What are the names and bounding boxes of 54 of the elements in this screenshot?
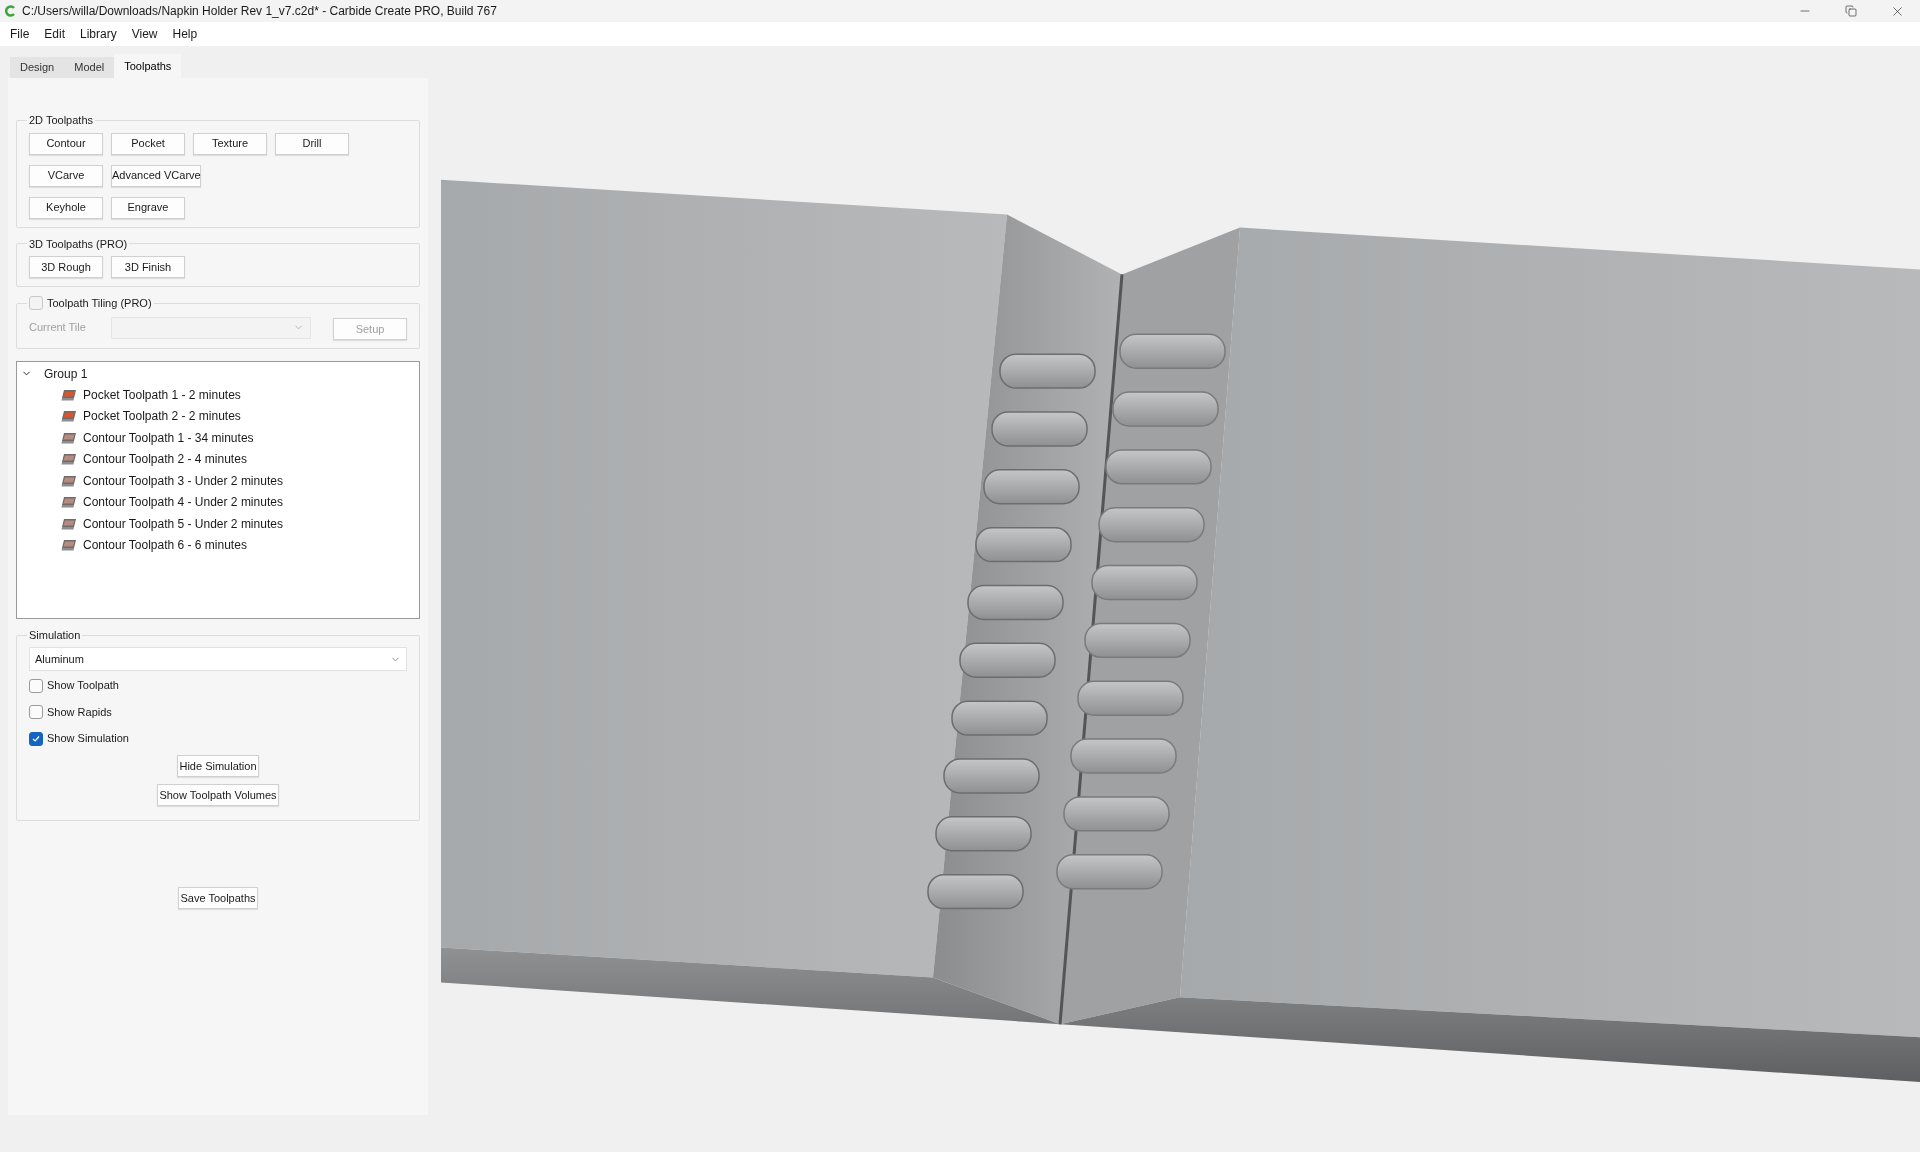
group-title: 3D Toolpaths (PRO): [29, 236, 128, 252]
toolpath-icon: [61, 473, 77, 488]
toolpath-icon: [61, 387, 77, 402]
toolpath-icon: [61, 452, 77, 466]
toolbar-button[interactable]: Drill: [275, 132, 349, 155]
field-label: Current Tile: [29, 320, 87, 336]
tree-item[interactable]: Pocket Toolpath 2 - 2 minutes: [83, 407, 241, 425]
tree-item[interactable]: Contour Toolpath 1 - 34 minutes: [83, 428, 254, 447]
toolbar-button[interactable]: VCarve: [29, 164, 103, 187]
toolbar-button[interactable]: Keyhole: [29, 196, 103, 219]
toolbar-button[interactable]: Engrave: [111, 196, 185, 219]
window-title: C:/Users/willa/Downloads/Napkin Holder Rev 1_v7.c2d* - Carbide Create PRO, Build 767: [22, 3, 497, 20]
menu-item[interactable]: File: [4, 25, 36, 43]
toolpath-icon: [61, 538, 77, 552]
tree-item[interactable]: Contour Toolpath 3 - Under 2 minutes: [83, 471, 283, 490]
menu-item[interactable]: Help: [166, 25, 204, 43]
checkbox-label: Show Simulation: [47, 731, 129, 747]
toolbar-button[interactable]: Advanced VCarve: [111, 164, 201, 187]
toolbar-button[interactable]: Texture: [193, 132, 267, 155]
checkbox[interactable]: [29, 731, 43, 746]
toolbar-button[interactable]: Contour: [29, 132, 103, 155]
material-dropdown[interactable]: Aluminum: [29, 647, 407, 672]
menu-item[interactable]: Edit: [38, 25, 72, 43]
app-logo-icon: [4, 5, 16, 17]
tab[interactable]: Design: [10, 57, 65, 78]
tab[interactable]: Toolpaths: [114, 54, 182, 78]
group-title: Simulation: [29, 627, 81, 643]
tab[interactable]: Model: [64, 57, 115, 78]
toolbar-button[interactable]: 3D Rough: [29, 256, 103, 278]
toolbar-button[interactable]: 3D Finish: [111, 256, 185, 278]
checkbox[interactable]: [29, 678, 43, 693]
checkbox[interactable]: [29, 705, 43, 719]
menu-item[interactable]: Library: [74, 25, 123, 43]
tree-item[interactable]: Contour Toolpath 6 - 6 minutes: [83, 536, 247, 554]
tree-item[interactable]: Contour Toolpath 2 - 4 minutes: [83, 450, 247, 468]
checkbox-label: Show Toolpath: [47, 678, 119, 694]
tree-item[interactable]: Group 1: [44, 364, 88, 383]
checkbox-label: Toolpath Tiling (PRO): [47, 296, 152, 311]
toolbar-button[interactable]: Save Toolpaths: [178, 886, 258, 909]
tree-item[interactable]: Pocket Toolpath 1 - 2 minutes: [83, 385, 241, 404]
toolpath-icon: [61, 409, 77, 423]
restore-icon: [1845, 5, 1857, 17]
checkbox-label: Show Rapids: [47, 704, 112, 720]
toolbar-button[interactable]: Show Toolpath Volumes: [157, 783, 279, 806]
toolpath-icon: [61, 516, 77, 531]
toolbar-button[interactable]: Pocket: [111, 132, 185, 155]
toolpath-icon: [61, 430, 77, 445]
toolpath-icon: [61, 495, 77, 509]
group-title: 2D Toolpaths: [29, 113, 93, 128]
tree-item[interactable]: Contour Toolpath 4 - Under 2 minutes: [83, 493, 283, 511]
menu-item[interactable]: View: [125, 25, 164, 43]
toolbar-button[interactable]: Hide Simulation: [177, 754, 259, 777]
tree-item[interactable]: Contour Toolpath 5 - Under 2 minutes: [83, 514, 283, 533]
check-icon: [32, 734, 40, 743]
